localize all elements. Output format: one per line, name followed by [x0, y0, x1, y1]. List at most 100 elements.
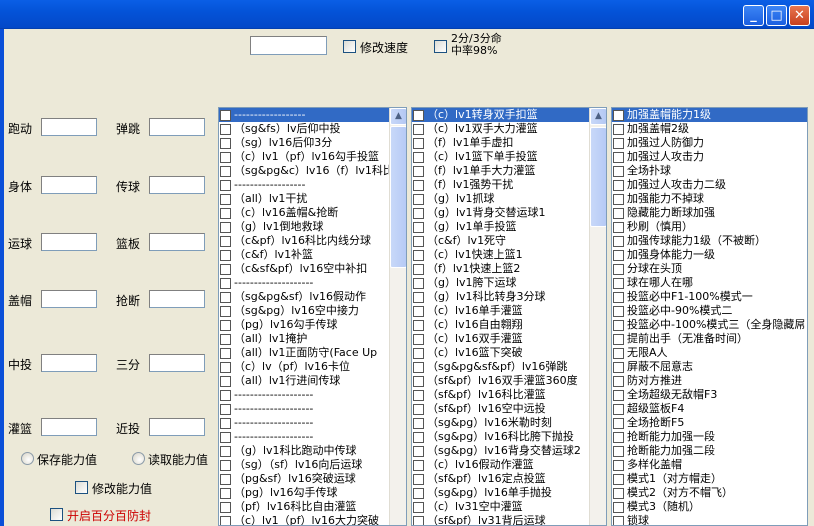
list-item[interactable]: （g）lv1科比跑动中传球: [219, 444, 406, 458]
list-item[interactable]: 加强传球能力1级（不被断）: [612, 234, 807, 248]
item-checkbox[interactable]: [413, 179, 424, 191]
list-item[interactable]: 模式3（随机）: [612, 500, 807, 514]
item-checkbox[interactable]: [220, 403, 231, 415]
item-checkbox[interactable]: [220, 319, 231, 331]
item-checkbox[interactable]: [413, 459, 424, 471]
item-checkbox[interactable]: [413, 361, 424, 373]
list-item[interactable]: （sg&fs）lv后仰中投: [219, 122, 406, 136]
list-item[interactable]: 投篮必中-100%模式三（全身隐藏屌: [612, 318, 807, 332]
item-checkbox[interactable]: [220, 417, 231, 429]
list-item[interactable]: （f）lv1强势干扰: [412, 178, 606, 192]
item-checkbox[interactable]: [220, 151, 231, 163]
close-button[interactable]: ✕: [789, 5, 810, 26]
attribute-input[interactable]: [41, 233, 97, 251]
item-checkbox[interactable]: [413, 417, 424, 429]
item-checkbox[interactable]: [413, 207, 424, 219]
list-item[interactable]: （c）lv1（pf）lv16勾手投篮: [219, 150, 406, 164]
list-item[interactable]: --------------------: [219, 276, 406, 290]
list-item[interactable]: （sf&pf）lv16定点投篮: [412, 472, 606, 486]
skill-list-2[interactable]: （c）lv1转身双手扣篮 （c）lv1双手大力灌篮 （f）lv1单手虚扣 （c）lv1…: [411, 107, 607, 526]
maximize-button[interactable]: □: [766, 5, 787, 26]
list-item[interactable]: （sg&pg&sf）lv16假动作: [219, 290, 406, 304]
item-checkbox[interactable]: [613, 207, 624, 219]
list-item[interactable]: （c）lv1（pf）lv16大力突破: [219, 514, 406, 525]
item-checkbox[interactable]: [220, 221, 231, 233]
item-checkbox[interactable]: [613, 151, 624, 163]
list-item[interactable]: （c&pf）lv16科比内线分球: [219, 234, 406, 248]
item-checkbox[interactable]: [613, 249, 624, 261]
item-checkbox[interactable]: [220, 501, 231, 513]
attribute-input[interactable]: [149, 118, 205, 136]
list-item[interactable]: ------------------: [219, 108, 406, 122]
attribute-input[interactable]: [41, 354, 97, 372]
list-item[interactable]: （c）lv1快速上篮1: [412, 248, 606, 262]
list-item[interactable]: （sg）lv16后仰3分: [219, 136, 406, 150]
item-checkbox[interactable]: [220, 487, 231, 499]
attribute-input[interactable]: [149, 233, 205, 251]
list-item[interactable]: --------------------: [219, 430, 406, 444]
item-checkbox[interactable]: [220, 445, 231, 457]
modify-values-checkbox[interactable]: [75, 481, 88, 494]
list-item[interactable]: （sg&pg）lv16背身交替运球2: [412, 444, 606, 458]
list-item[interactable]: （sf&pf）lv16双手灌篮360度: [412, 374, 606, 388]
item-checkbox[interactable]: [613, 515, 624, 525]
item-checkbox[interactable]: [413, 109, 424, 121]
list-item[interactable]: （c&f）lv1死守: [412, 234, 606, 248]
list-item[interactable]: （pg）lv16勾手传球: [219, 486, 406, 500]
item-checkbox[interactable]: [613, 361, 624, 373]
list-item[interactable]: （sg&pg）lv16空中接力: [219, 304, 406, 318]
list-item[interactable]: （c）lv16篮下突破: [412, 346, 606, 360]
list-item[interactable]: （all）lv1干扰: [219, 192, 406, 206]
item-checkbox[interactable]: [613, 319, 624, 331]
item-checkbox[interactable]: [613, 305, 624, 317]
item-checkbox[interactable]: [413, 501, 424, 513]
item-checkbox[interactable]: [220, 179, 231, 191]
item-checkbox[interactable]: [413, 193, 424, 205]
list-item[interactable]: 抢断能力加强一段: [612, 430, 807, 444]
list-item[interactable]: 球在哪人在哪: [612, 276, 807, 290]
item-checkbox[interactable]: [613, 109, 624, 121]
save-values-radio[interactable]: [21, 452, 34, 465]
item-checkbox[interactable]: [613, 277, 624, 289]
item-checkbox[interactable]: [613, 459, 624, 471]
item-checkbox[interactable]: [413, 277, 424, 289]
item-checkbox[interactable]: [413, 249, 424, 261]
list-item[interactable]: （c）lv16自由翱翔: [412, 318, 606, 332]
item-checkbox[interactable]: [613, 347, 624, 359]
item-checkbox[interactable]: [613, 487, 624, 499]
item-checkbox[interactable]: [613, 221, 624, 233]
item-checkbox[interactable]: [220, 375, 231, 387]
item-checkbox[interactable]: [220, 207, 231, 219]
item-checkbox[interactable]: [613, 333, 624, 345]
item-checkbox[interactable]: [613, 417, 624, 429]
item-checkbox[interactable]: [613, 291, 624, 303]
item-checkbox[interactable]: [220, 347, 231, 359]
list-item[interactable]: （g）lv1科比转身3分球: [412, 290, 606, 304]
list-item[interactable]: （sg）（sf）lv16向后运球: [219, 458, 406, 472]
item-checkbox[interactable]: [220, 109, 231, 121]
list-item[interactable]: 加强身体能力一级: [612, 248, 807, 262]
list-item[interactable]: （c）lv1篮下单手投篮: [412, 150, 606, 164]
item-checkbox[interactable]: [613, 235, 624, 247]
scrollbar[interactable]: ▲: [589, 108, 606, 525]
item-checkbox[interactable]: [413, 319, 424, 331]
list-item[interactable]: （f）lv1单手大力灌篮: [412, 164, 606, 178]
list-item[interactable]: （c）lv16双手灌篮: [412, 332, 606, 346]
list-item[interactable]: 加强能力不掉球: [612, 192, 807, 206]
item-checkbox[interactable]: [413, 389, 424, 401]
list-item[interactable]: 秒刷（慎用）: [612, 220, 807, 234]
list-item[interactable]: （c）lv1双手大力灌篮: [412, 122, 606, 136]
list-item[interactable]: 超级篮板F4: [612, 402, 807, 416]
attribute-input[interactable]: [149, 290, 205, 308]
list-item[interactable]: （c&f）lv1补篮: [219, 248, 406, 262]
item-checkbox[interactable]: [220, 193, 231, 205]
list-item[interactable]: 加强盖帽能力1级: [612, 108, 807, 122]
item-checkbox[interactable]: [413, 151, 424, 163]
list-item[interactable]: 无限A人: [612, 346, 807, 360]
item-checkbox[interactable]: [413, 305, 424, 317]
scroll-up-icon[interactable]: ▲: [390, 108, 406, 125]
item-checkbox[interactable]: [613, 123, 624, 135]
list-item[interactable]: （pg&sf）lv16突破运球: [219, 472, 406, 486]
scrollbar-thumb[interactable]: [390, 126, 406, 268]
item-checkbox[interactable]: [413, 431, 424, 443]
